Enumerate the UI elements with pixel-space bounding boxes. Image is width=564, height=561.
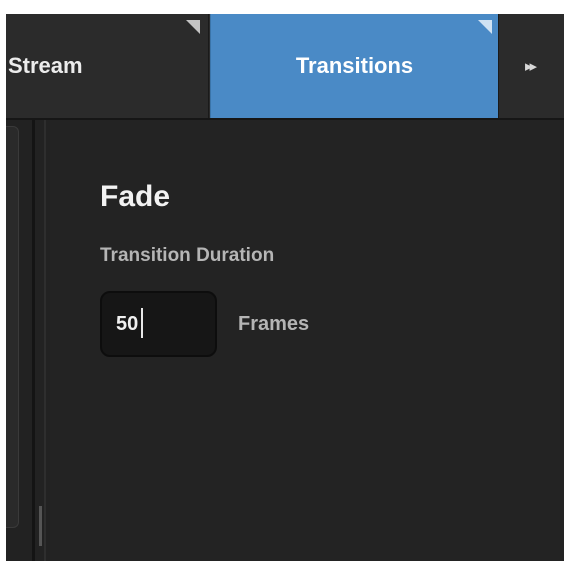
- tab-transitions-label: Transitions: [295, 53, 414, 78]
- fast-forward-icon: ▸▸: [524, 58, 537, 75]
- tab-overflow-button[interactable]: ▸▸: [498, 14, 564, 118]
- panel-divider: [32, 120, 35, 561]
- frames-unit-label: Frames: [238, 313, 310, 335]
- transitions-window: Stream Transitions ▸▸ Fade Transition Du…: [6, 14, 564, 561]
- panel-divider-inner: [44, 120, 46, 561]
- tab-menu-corner-icon[interactable]: [478, 20, 492, 34]
- transition-settings-panel: Fade Transition Duration Frames: [50, 120, 564, 561]
- tab-transitions[interactable]: Transitions: [210, 14, 498, 118]
- tab-stream-label: Stream: [8, 53, 83, 78]
- text-caret: [141, 308, 143, 338]
- tab-stream[interactable]: Stream: [6, 14, 209, 118]
- transition-duration-label: Transition Duration: [100, 245, 275, 266]
- tab-menu-corner-icon[interactable]: [186, 20, 200, 34]
- transition-duration-input[interactable]: [100, 291, 217, 357]
- transition-title: Fade: [100, 180, 171, 213]
- tab-bar: Stream Transitions ▸▸: [6, 14, 564, 120]
- left-dock-panel: [6, 126, 19, 528]
- resize-handle[interactable]: [39, 506, 42, 546]
